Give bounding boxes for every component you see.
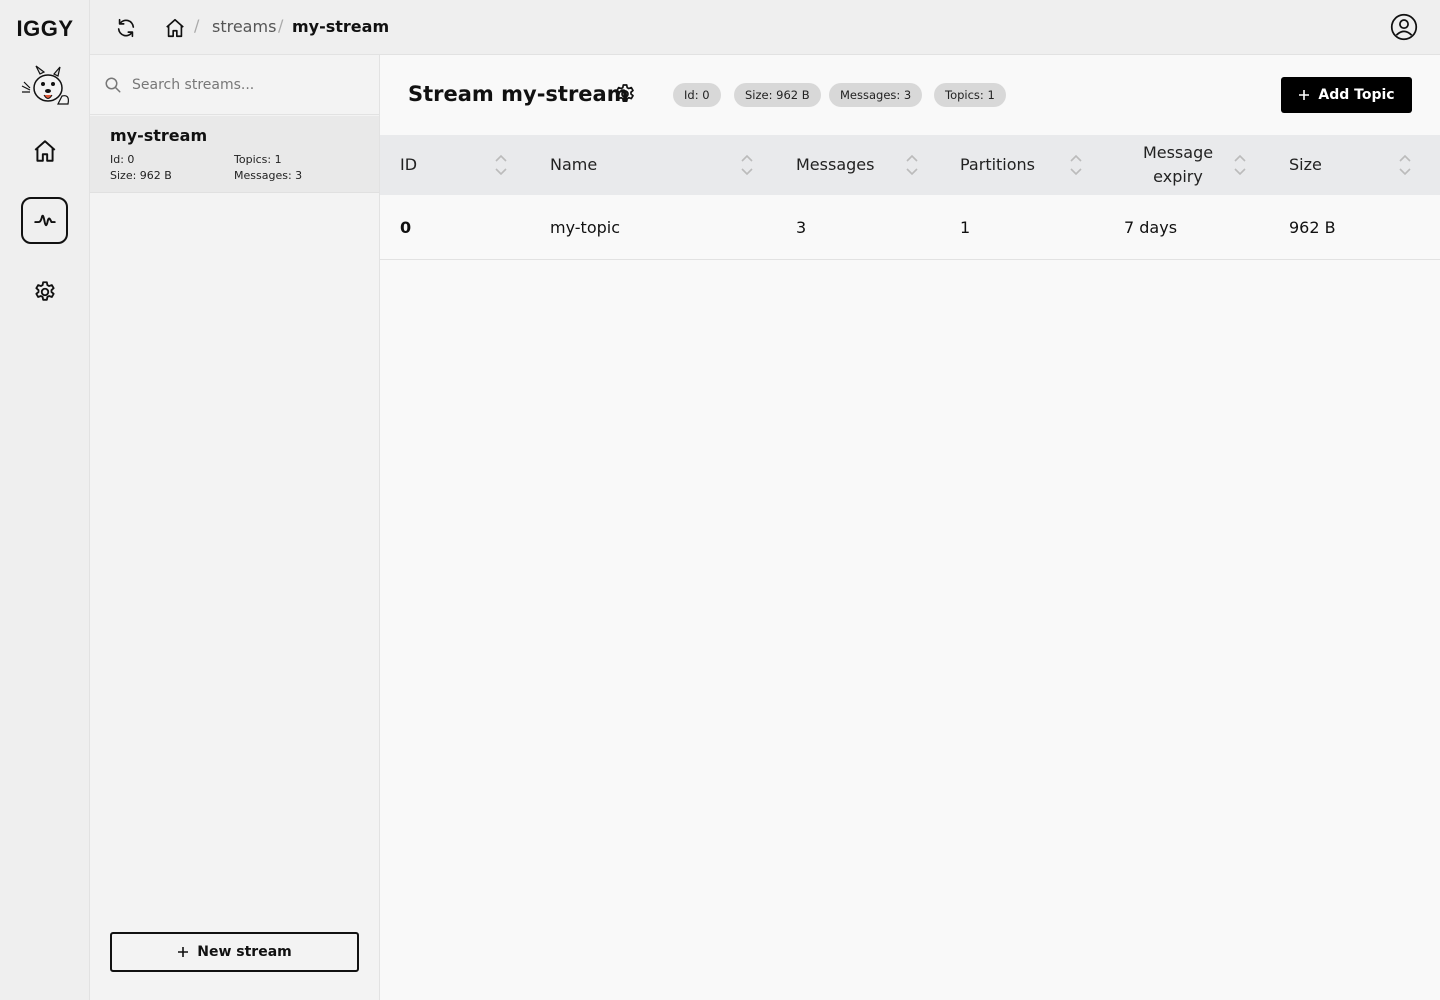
- cell-size: 962 B: [1289, 218, 1336, 237]
- user-circle-icon[interactable]: [1390, 13, 1418, 41]
- column-header-message-expiry[interactable]: Message expiry: [1124, 135, 1246, 195]
- stream-search: [90, 55, 379, 115]
- stream-id: Id: 0: [110, 153, 135, 166]
- column-header-messages[interactable]: Messages: [796, 135, 918, 195]
- home-icon: [34, 139, 55, 162]
- activity-icon: [33, 214, 56, 226]
- mascot-logo-icon: [21, 65, 69, 105]
- gear-icon: [34, 280, 55, 301]
- stream-header: Stream my-stream Id: 0 Size: 962 B Messa…: [380, 55, 1440, 135]
- new-stream-label: New stream: [197, 944, 292, 960]
- sort-arrows-icon: [741, 154, 753, 176]
- breadcrumb-current: my-stream: [292, 17, 390, 36]
- home-icon: [166, 18, 184, 38]
- rail-home-button[interactable]: [21, 127, 68, 174]
- breadcrumb-streams[interactable]: streams: [212, 16, 276, 38]
- add-topic-button[interactable]: Add Topic: [1281, 77, 1412, 113]
- stream-name: my-stream: [110, 126, 208, 145]
- stream-list-item[interactable]: my-stream Id: 0 Topics: 1 Size: 962 B Me…: [90, 116, 379, 193]
- column-header-size[interactable]: Size: [1289, 135, 1411, 195]
- badge-id: Id: 0: [673, 83, 721, 107]
- stream-size: Size: 962 B: [110, 169, 172, 182]
- cell-name: my-topic: [550, 218, 621, 237]
- new-stream-button[interactable]: New stream: [110, 932, 359, 972]
- column-header-partitions[interactable]: Partitions: [960, 135, 1082, 195]
- topics-table: ID Name Messages Partitions Message expi…: [380, 135, 1440, 260]
- sort-arrows-icon: [1070, 154, 1082, 176]
- table-row[interactable]: 0 my-topic 3 1 7 days 962 B: [380, 195, 1440, 260]
- stream-messages: Messages: 3: [234, 169, 303, 182]
- breadcrumb-separator: /: [278, 16, 284, 35]
- cell-partitions: 1: [960, 218, 971, 237]
- breadcrumb-home[interactable]: [162, 14, 188, 42]
- main-content: Stream my-stream Id: 0 Size: 962 B Messa…: [380, 55, 1440, 1000]
- column-header-id[interactable]: ID: [400, 135, 512, 195]
- cell-messages: 3: [796, 218, 807, 237]
- rail-settings-button[interactable]: [21, 268, 68, 315]
- sort-arrows-icon: [1399, 154, 1411, 176]
- add-topic-label: Add Topic: [1318, 87, 1395, 103]
- badge-size: Size: 962 B: [734, 83, 821, 107]
- refresh-button[interactable]: [112, 14, 140, 42]
- page-title: Stream my-stream: [408, 82, 629, 106]
- breadcrumb-separator: /: [194, 16, 200, 35]
- badge-messages: Messages: 3: [829, 83, 923, 107]
- sort-arrows-icon: [495, 154, 507, 176]
- left-rail: IGGY: [0, 0, 90, 1000]
- search-icon: [105, 77, 121, 93]
- plus-icon: [178, 947, 189, 957]
- stream-settings-gear-icon[interactable]: [613, 82, 637, 106]
- rail-streams-button[interactable]: [21, 197, 68, 244]
- badge-topics: Topics: 1: [934, 83, 1006, 107]
- stream-sidebar: my-stream Id: 0 Topics: 1 Size: 962 B Me…: [90, 55, 380, 1000]
- cell-expiry: 7 days: [1124, 218, 1178, 237]
- table-header: ID Name Messages Partitions Message expi…: [380, 135, 1440, 195]
- stream-topics: Topics: 1: [234, 153, 282, 166]
- app-logo: IGGY: [16, 16, 74, 41]
- top-bar: / streams / my-stream: [90, 0, 1440, 55]
- plus-icon: [1299, 90, 1310, 100]
- refresh-icon: [117, 18, 135, 38]
- cell-id: 0: [400, 218, 412, 237]
- column-header-name[interactable]: Name: [550, 135, 758, 195]
- sort-arrows-icon: [1234, 154, 1246, 176]
- search-input[interactable]: [132, 70, 362, 100]
- sort-arrows-icon: [906, 154, 918, 176]
